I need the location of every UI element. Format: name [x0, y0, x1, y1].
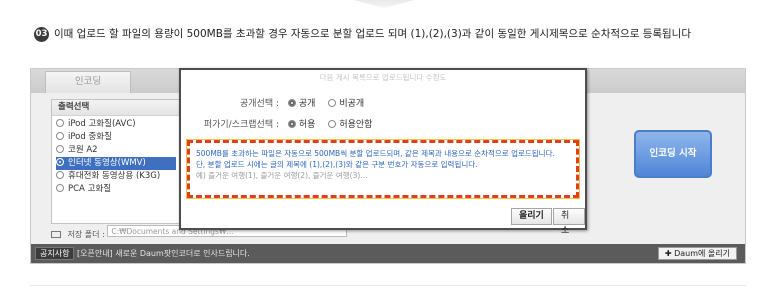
notice-badge: 공지사항	[35, 247, 75, 260]
start-encoding-button[interactable]: 인코딩 시작	[634, 130, 712, 178]
app-footer: 공지사항 [오픈안내] 새로운 Daum팟인코더로 인사드립니다. ✚ Daum…	[31, 244, 745, 263]
upload-ok-button[interactable]: 올리기	[511, 208, 552, 225]
step-instruction: 03 이때 업로드 할 파일의 용량이 500MB를 초과할 경우 자동으로 분…	[34, 27, 734, 42]
notice-link[interactable]: [오픈안내] 새로운 Daum팟인코더로 인사드립니다.	[77, 244, 250, 263]
visibility-label: 공개선택 :	[239, 99, 279, 109]
step-text: 이때 업로드 할 파일의 용량이 500MB를 초과할 경우 자동으로 분할 업…	[54, 28, 691, 40]
bottom-divider	[30, 285, 746, 286]
radio-icon	[56, 119, 64, 127]
output-panel-title: 출력선택	[52, 100, 180, 116]
scrap-row: 퍼가기/스크랩선택 : 허용 허용안함	[187, 119, 382, 131]
output-option-ipod-mq[interactable]: iPod 중화질	[56, 131, 180, 144]
scrap-allow-radio[interactable]: 허용	[287, 119, 315, 131]
radio-selected-icon	[287, 120, 296, 128]
output-option-cowon-a2[interactable]: 코원 A2	[56, 144, 180, 157]
radio-selected-icon	[287, 99, 296, 107]
radio-icon	[56, 145, 64, 153]
split-upload-info-box: 500MB를 초과하는 파일은 자동으로 500MB씩 분할 업로드되며, 같은…	[186, 139, 580, 199]
radio-icon	[56, 132, 64, 140]
radio-icon	[56, 184, 64, 192]
info-line-2: 단, 분할 업로드 시에는 글의 제목에 (1),(2),(3)와 같은 구분 …	[196, 160, 478, 169]
radio-icon	[56, 171, 64, 179]
top-notch-decoration	[354, 0, 414, 8]
visibility-row: 공개선택 : 공개 비공개	[187, 98, 374, 110]
visibility-public-radio[interactable]: 공개	[287, 98, 315, 110]
info-line-example: 예) 즐거운 여행(1), 즐거운 여행(2), 즐거운 여행(3)...	[196, 171, 368, 180]
cancel-button[interactable]: 취소	[553, 208, 585, 236]
radio-icon	[328, 120, 337, 128]
info-line-1: 500MB를 초과하는 파일은 자동으로 500MB씩 분할 업로드되며, 같은…	[196, 149, 555, 158]
scrap-deny-radio[interactable]: 허용안함	[328, 119, 372, 131]
upload-settings-dialog: 다음 게시 목록으로 업로드됩니다 수정도 공개선택 : 공개 비공개 퍼가기/…	[179, 68, 587, 236]
tab-encoding[interactable]: 인코딩	[45, 71, 131, 93]
dialog-faded-text: 다음 게시 목록으로 업로드됩니다 수정도	[319, 73, 447, 82]
output-option-ipod-hq[interactable]: iPod 고화질(AVC)	[56, 118, 180, 131]
step-number-badge: 03	[34, 27, 49, 42]
output-option-pca-hq[interactable]: PCA 고화질	[56, 183, 180, 196]
output-option-internet-wmv[interactable]: 인터넷 동영상(WMV)	[56, 157, 176, 170]
output-option-mobile-k3g[interactable]: 휴대전화 동영상용 (K3G)	[56, 170, 180, 183]
radio-icon	[328, 99, 337, 107]
output-options: iPod 고화질(AVC) iPod 중화질 코원 A2 인터넷 동영상(WMV…	[52, 116, 180, 196]
folder-icon	[51, 231, 61, 238]
daum-upload-button[interactable]: ✚ Daum에 올리기	[657, 247, 737, 260]
save-folder-label: 저장 폴더 :	[67, 230, 105, 239]
radio-selected-icon	[56, 158, 64, 166]
output-select-panel: 출력선택 iPod 고화질(AVC) iPod 중화질 코원 A2 인터넷 동영…	[51, 99, 181, 224]
scrap-label: 퍼가기/스크랩선택 :	[203, 120, 279, 130]
visibility-private-radio[interactable]: 비공개	[328, 98, 364, 110]
